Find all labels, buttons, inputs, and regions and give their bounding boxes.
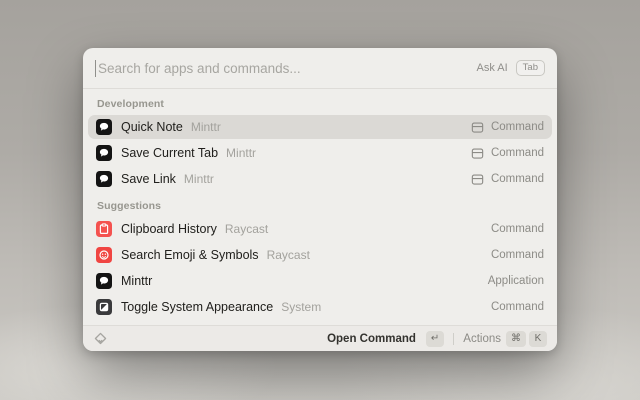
list-item[interactable]: Save Link Minttr Command <box>88 167 552 191</box>
item-subtitle: System <box>281 300 321 314</box>
item-title: Save Current Tab <box>121 146 218 160</box>
minttr-icon <box>96 171 112 187</box>
footer-divider <box>453 333 454 345</box>
item-subtitle: Raycast <box>225 222 268 236</box>
appearance-icon <box>96 299 112 315</box>
item-title: Toggle System Appearance <box>121 300 273 314</box>
item-subtitle: Raycast <box>267 248 310 262</box>
item-type-label: Application <box>488 275 544 287</box>
item-type-label: Command <box>491 301 544 313</box>
actions-button[interactable]: Actions <box>463 333 501 345</box>
item-type-label: Command <box>491 121 544 133</box>
minttr-icon <box>96 119 112 135</box>
item-title: Search Emoji & Symbols <box>121 248 259 262</box>
clipboard-icon <box>96 221 112 237</box>
raycast-launcher-window: Ask AI Tab Development Quick Note Minttr Co… <box>83 48 557 351</box>
results-list: DevelopmentQuick NoteMinttrCommandSave C… <box>83 89 557 325</box>
item-title: Save Link <box>121 172 176 186</box>
section-header: Development <box>88 91 552 115</box>
item-type-label: Command <box>491 173 544 185</box>
ask-ai-label[interactable]: Ask AI <box>476 62 507 74</box>
item-type-label: Command <box>491 223 544 235</box>
return-key-badge: ↵ <box>426 331 444 347</box>
section-header: Suggestions <box>88 193 552 217</box>
minttr-icon <box>96 273 112 289</box>
raycast-logo-icon <box>93 331 108 346</box>
open-command-button[interactable]: Open Command <box>327 333 416 345</box>
list-item[interactable]: Clipboard History Raycast Command <box>88 217 552 241</box>
list-item[interactable]: Toggle System Appearance System Command <box>88 295 552 319</box>
item-type-label: Command <box>491 249 544 261</box>
search-bar: Ask AI Tab <box>83 48 557 89</box>
command-key-badge: ⌘ <box>506 331 526 347</box>
item-title: Minttr <box>121 274 152 288</box>
k-key-badge: K <box>529 331 547 347</box>
list-item[interactable]: Quick Note Minttr Command <box>88 115 552 139</box>
tab-key-badge: Tab <box>516 60 545 76</box>
minttr-icon <box>96 145 112 161</box>
item-title: Clipboard History <box>121 222 217 236</box>
command-window-icon <box>470 172 485 187</box>
emoji-icon <box>96 247 112 263</box>
item-subtitle: Minttr <box>184 172 214 186</box>
item-subtitle: Minttr <box>191 120 221 134</box>
text-caret <box>95 60 96 77</box>
item-title: Quick Note <box>121 120 183 134</box>
list-item[interactable]: Minttr Application <box>88 269 552 293</box>
item-subtitle: Minttr <box>226 146 256 160</box>
list-item[interactable]: Search Emoji & Symbols Raycast Command <box>88 243 552 267</box>
footer-bar: Open Command ↵ Actions ⌘ K <box>83 325 557 351</box>
command-window-icon <box>470 146 485 161</box>
item-type-label: Command <box>491 147 544 159</box>
list-item[interactable]: Save Current Tab Minttr Command <box>88 141 552 165</box>
search-input[interactable] <box>98 61 470 76</box>
command-window-icon <box>470 120 485 135</box>
